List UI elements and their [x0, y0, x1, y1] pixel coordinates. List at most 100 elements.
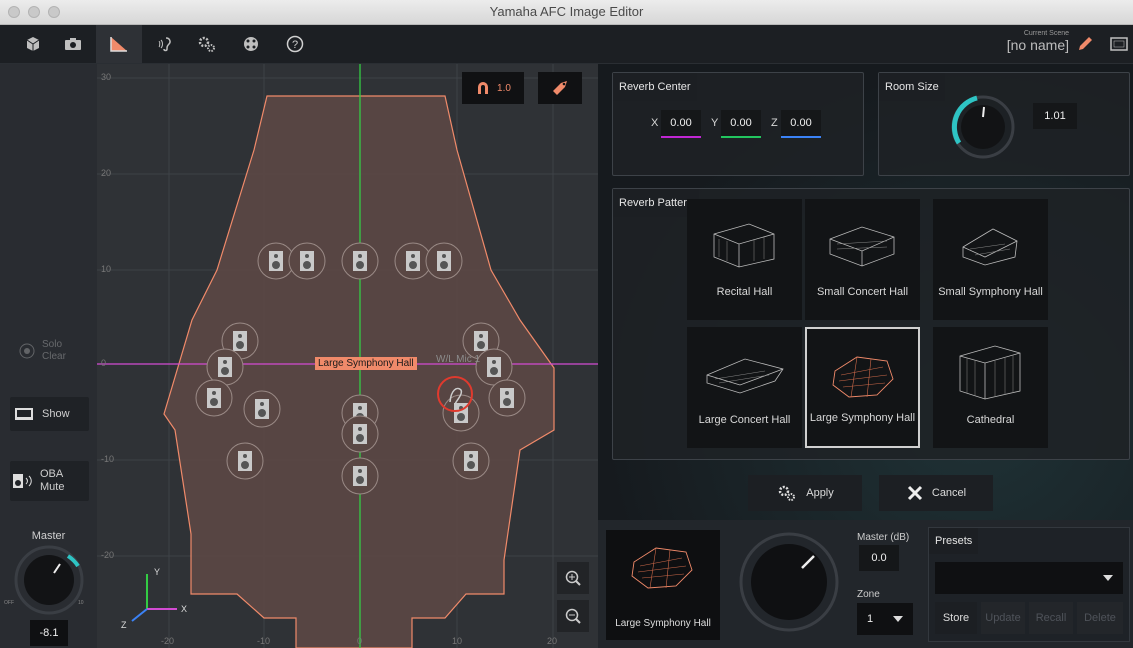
snap-button[interactable]: 1.0 — [462, 72, 524, 104]
y-tick: -20 — [101, 550, 115, 560]
solo-clear-button[interactable]: Solo Clear — [18, 336, 88, 366]
room-size-value[interactable]: 1.01 — [1033, 103, 1077, 129]
speaker-icon[interactable] — [488, 379, 526, 417]
speaker-icon[interactable] — [226, 442, 264, 480]
zoom-out-icon — [565, 608, 581, 624]
ear-icon[interactable] — [142, 25, 188, 63]
preset-delete-button[interactable]: Delete — [1077, 602, 1123, 634]
chevron-down-icon — [1103, 575, 1113, 581]
room-size-knob[interactable] — [943, 85, 1023, 165]
large-symphony-hall-wireframe — [832, 356, 894, 398]
speaker-icon[interactable] — [442, 394, 480, 432]
pattern-tile-large-symphony-hall[interactable]: Large Symphony Hall — [805, 327, 920, 448]
x-tick: 20 — [547, 636, 558, 646]
reverb-center-title: Reverb Center — [613, 73, 697, 101]
y-tick: -10 — [101, 454, 115, 464]
reverb-pattern-panel: Reverb Pattern Recital Hall Small Concer… — [612, 188, 1130, 460]
small-concert-hall-wireframe — [829, 226, 895, 267]
presets-panel: Presets Store Update Recall Delete — [928, 527, 1130, 642]
preset-store-button[interactable]: Store — [935, 602, 977, 634]
axis-y-label: Y — [154, 567, 161, 577]
speaker-grid-icon[interactable] — [228, 25, 274, 63]
current-scene-name: [no name] — [1006, 37, 1069, 53]
fullscreen-icon[interactable] — [1104, 25, 1133, 63]
pattern-tile-cathedral[interactable]: Cathedral — [933, 327, 1048, 448]
master-db-value[interactable]: 0.0 — [859, 545, 899, 571]
gears-icon — [778, 485, 796, 501]
apply-button[interactable]: Apply — [748, 475, 862, 511]
gears-icon[interactable] — [184, 25, 230, 63]
y-tick: 30 — [101, 72, 112, 82]
presets-title: Presets — [929, 528, 979, 554]
zoom-in-button[interactable] — [557, 562, 589, 594]
room-size-title: Room Size — [879, 73, 945, 101]
output-master-knob[interactable] — [732, 522, 847, 637]
close-icon — [907, 485, 922, 501]
oba-mute-button[interactable]: OBA Mute — [10, 461, 89, 501]
x-tick: 10 — [452, 636, 463, 646]
room-view-icon[interactable] — [96, 25, 142, 63]
svg-text:?: ? — [292, 39, 298, 51]
camera-icon[interactable] — [50, 25, 96, 63]
small-symphony-hall-wireframe — [962, 228, 1018, 266]
chevron-down-icon — [893, 616, 903, 622]
speaker-icon[interactable] — [243, 390, 281, 428]
reverb-center-z-field[interactable]: 0.00 — [781, 110, 821, 138]
room-size-panel: Room Size 1.01 — [878, 72, 1130, 176]
speaker-icon[interactable] — [341, 457, 379, 495]
window-title: Yamaha AFC Image Editor — [489, 4, 644, 19]
zone-select[interactable]: 1 — [857, 603, 913, 635]
mic-label: W/L Mic 1 — [436, 354, 481, 365]
large-concert-hall-wireframe — [706, 358, 784, 394]
tag-icon — [553, 81, 567, 95]
label-tag-button[interactable] — [538, 72, 582, 104]
stage-canvas[interactable] — [97, 64, 598, 648]
preset-update-button[interactable]: Update — [981, 602, 1025, 634]
pattern-tile-small-symphony-hall[interactable]: Small Symphony Hall — [933, 199, 1048, 320]
title-bar: Yamaha AFC Image Editor — [0, 0, 1133, 25]
zoom-out-button[interactable] — [557, 600, 589, 632]
pencil-icon[interactable] — [1070, 25, 1100, 63]
cathedral-wireframe — [959, 345, 1021, 400]
master-db-label: Master (dB) — [857, 532, 910, 543]
reverb-center-y-field[interactable]: 0.00 — [721, 110, 761, 138]
pattern-tile-recital-hall[interactable]: Recital Hall — [687, 199, 802, 320]
master-label: Master — [31, 530, 66, 542]
hall-label[interactable]: Large Symphony Hall — [315, 357, 417, 370]
master-knob[interactable] — [10, 544, 88, 616]
axis-z-label: Z — [121, 620, 127, 630]
x-tick: -10 — [257, 636, 271, 646]
help-icon[interactable]: ? — [272, 25, 318, 63]
pattern-tile-large-concert-hall[interactable]: Large Concert Hall — [687, 327, 802, 448]
preset-recall-button[interactable]: Recall — [1029, 602, 1073, 634]
cancel-button[interactable]: Cancel — [879, 475, 993, 511]
large-symphony-hall-wireframe — [631, 547, 693, 589]
y-tick: 20 — [101, 168, 112, 178]
show-button[interactable]: Show — [10, 397, 89, 431]
magnet-icon — [478, 82, 489, 94]
speaker-icon[interactable] — [341, 415, 379, 453]
speaker-icon[interactable] — [288, 242, 326, 280]
speaker-icon[interactable] — [452, 442, 490, 480]
preset-select[interactable] — [935, 562, 1123, 594]
speaker-icon[interactable] — [195, 379, 233, 417]
pattern-tile-small-concert-hall[interactable]: Small Concert Hall — [805, 199, 920, 320]
speaker-mute-icon — [13, 474, 32, 488]
y-tick: 0 — [101, 358, 107, 368]
x-tick: -20 — [161, 636, 175, 646]
current-pattern-preview: Large Symphony Hall — [606, 530, 720, 640]
speaker-icon[interactable] — [341, 242, 379, 280]
room-stage[interactable]: 30 20 10 0 -10 -20 -20 -10 0 10 20 Y X Z… — [97, 64, 598, 648]
axis-gizmo — [131, 574, 177, 622]
stage-icon — [15, 408, 33, 420]
reverb-center-x-field[interactable]: 0.00 — [661, 110, 701, 138]
zoom-in-icon — [565, 570, 581, 586]
axis-x-label: X — [181, 604, 188, 614]
toolbar: ? Current Scene [no name] — [0, 25, 1133, 64]
preview-label: Large Symphony Hall — [615, 618, 711, 629]
y-tick: 10 — [101, 264, 112, 274]
zone-label: Zone — [857, 589, 880, 600]
x-tick: 0 — [357, 636, 363, 646]
master-value[interactable]: -8.1 — [30, 620, 68, 646]
speaker-icon[interactable] — [425, 242, 463, 280]
